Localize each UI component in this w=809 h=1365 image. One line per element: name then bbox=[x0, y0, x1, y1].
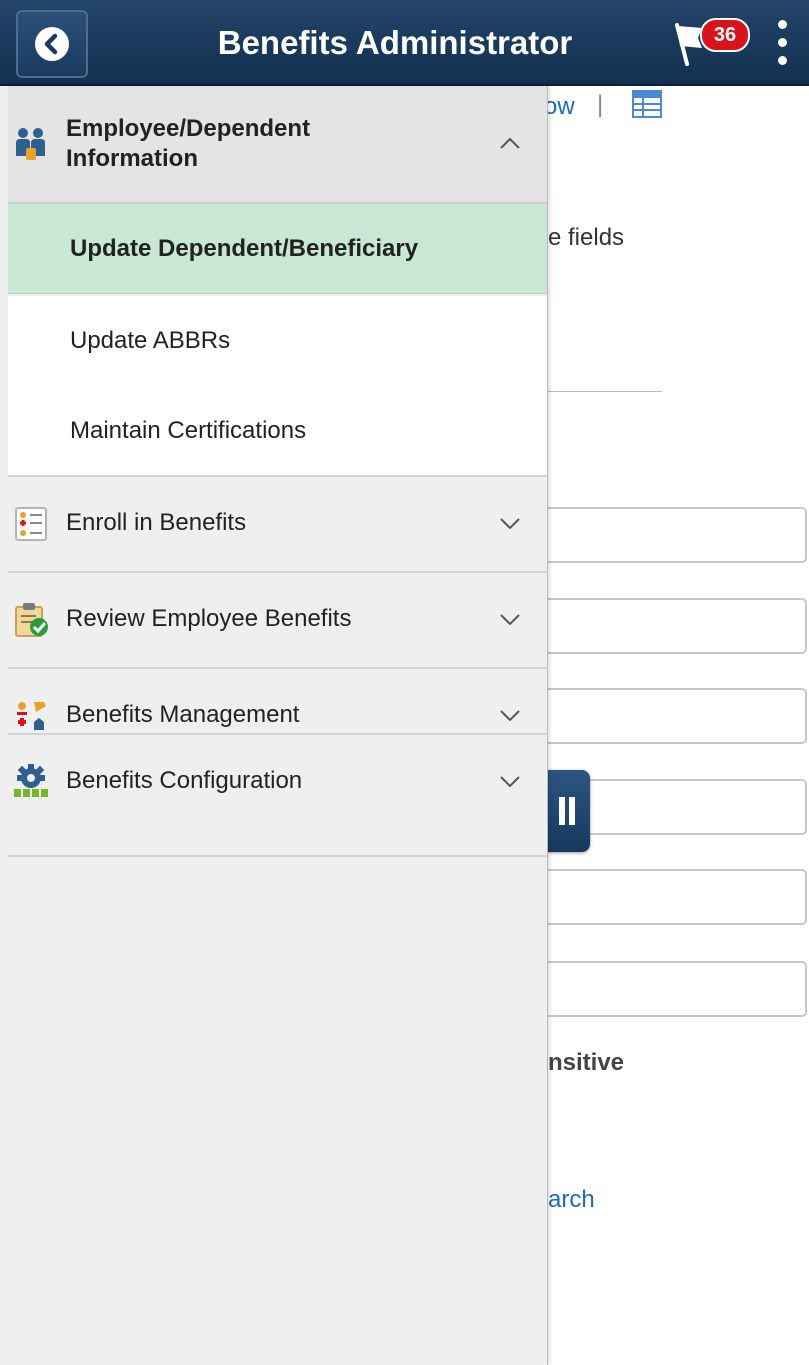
search-field-3[interactable] bbox=[540, 688, 807, 744]
page-title: Benefits Administrator bbox=[217, 24, 573, 61]
bg-link-fragment[interactable]: ow bbox=[544, 93, 575, 121]
chevron-up-icon[interactable] bbox=[499, 136, 521, 150]
actions-menu-icon[interactable] bbox=[773, 20, 795, 70]
search-field-5[interactable] bbox=[540, 869, 807, 925]
nav-group-label: Review Employee Benefits bbox=[66, 605, 352, 632]
nav-divider bbox=[8, 855, 547, 857]
notifications-button[interactable]: 36 bbox=[672, 18, 750, 68]
search-field-6[interactable] bbox=[540, 961, 807, 1017]
nav-group-review-employee-benefits[interactable]: Review Employee Benefits bbox=[8, 571, 547, 667]
nav-group-benefits-configuration[interactable]: Benefits Configuration bbox=[8, 733, 547, 829]
app-header: Benefits Administrator 36 bbox=[0, 0, 809, 86]
clipboard-check-icon bbox=[15, 603, 48, 637]
back-arrow-icon bbox=[35, 27, 69, 61]
bg-instruction-fragment: e fields bbox=[548, 224, 625, 251]
nav-item-update-abbrs[interactable]: Update ABBRs bbox=[8, 296, 547, 386]
bg-case-sensitive-fragment: nsitive bbox=[548, 1049, 625, 1076]
search-field-2[interactable] bbox=[540, 598, 807, 654]
nav-group-label: Benefits Configuration bbox=[66, 767, 303, 794]
benefits-management-icon bbox=[17, 702, 46, 730]
nav-group-employee-dependent[interactable]: Employee/Dependent Information bbox=[8, 86, 547, 204]
grid-view-icon[interactable] bbox=[632, 90, 662, 118]
bg-search-link-fragment[interactable]: arch bbox=[548, 1186, 595, 1214]
nav-group-enroll-in-benefits[interactable]: Enroll in Benefits bbox=[8, 475, 547, 571]
notification-count-badge: 36 bbox=[700, 18, 750, 52]
nav-item-update-dependent-beneficiary[interactable]: Update Dependent/Beneficiary bbox=[8, 204, 547, 294]
gear-config-icon bbox=[14, 764, 48, 797]
back-button[interactable] bbox=[16, 10, 88, 78]
chevron-down-icon[interactable] bbox=[499, 709, 521, 723]
nav-group-label: Employee/Dependent Information bbox=[66, 115, 311, 172]
chevron-down-icon[interactable] bbox=[499, 613, 521, 627]
chevron-down-icon[interactable] bbox=[499, 775, 521, 789]
bg-separator: | bbox=[597, 91, 604, 118]
side-navigation: Employee/Dependent Information Update De… bbox=[0, 86, 548, 1365]
bg-divider bbox=[548, 391, 662, 392]
chevron-down-icon[interactable] bbox=[499, 517, 521, 531]
nav-group-label: Enroll in Benefits bbox=[66, 509, 247, 536]
people-icon bbox=[16, 128, 45, 160]
enroll-list-icon bbox=[15, 507, 47, 541]
search-field-1[interactable] bbox=[540, 507, 807, 563]
nav-item-maintain-certifications[interactable]: Maintain Certifications bbox=[8, 386, 547, 476]
